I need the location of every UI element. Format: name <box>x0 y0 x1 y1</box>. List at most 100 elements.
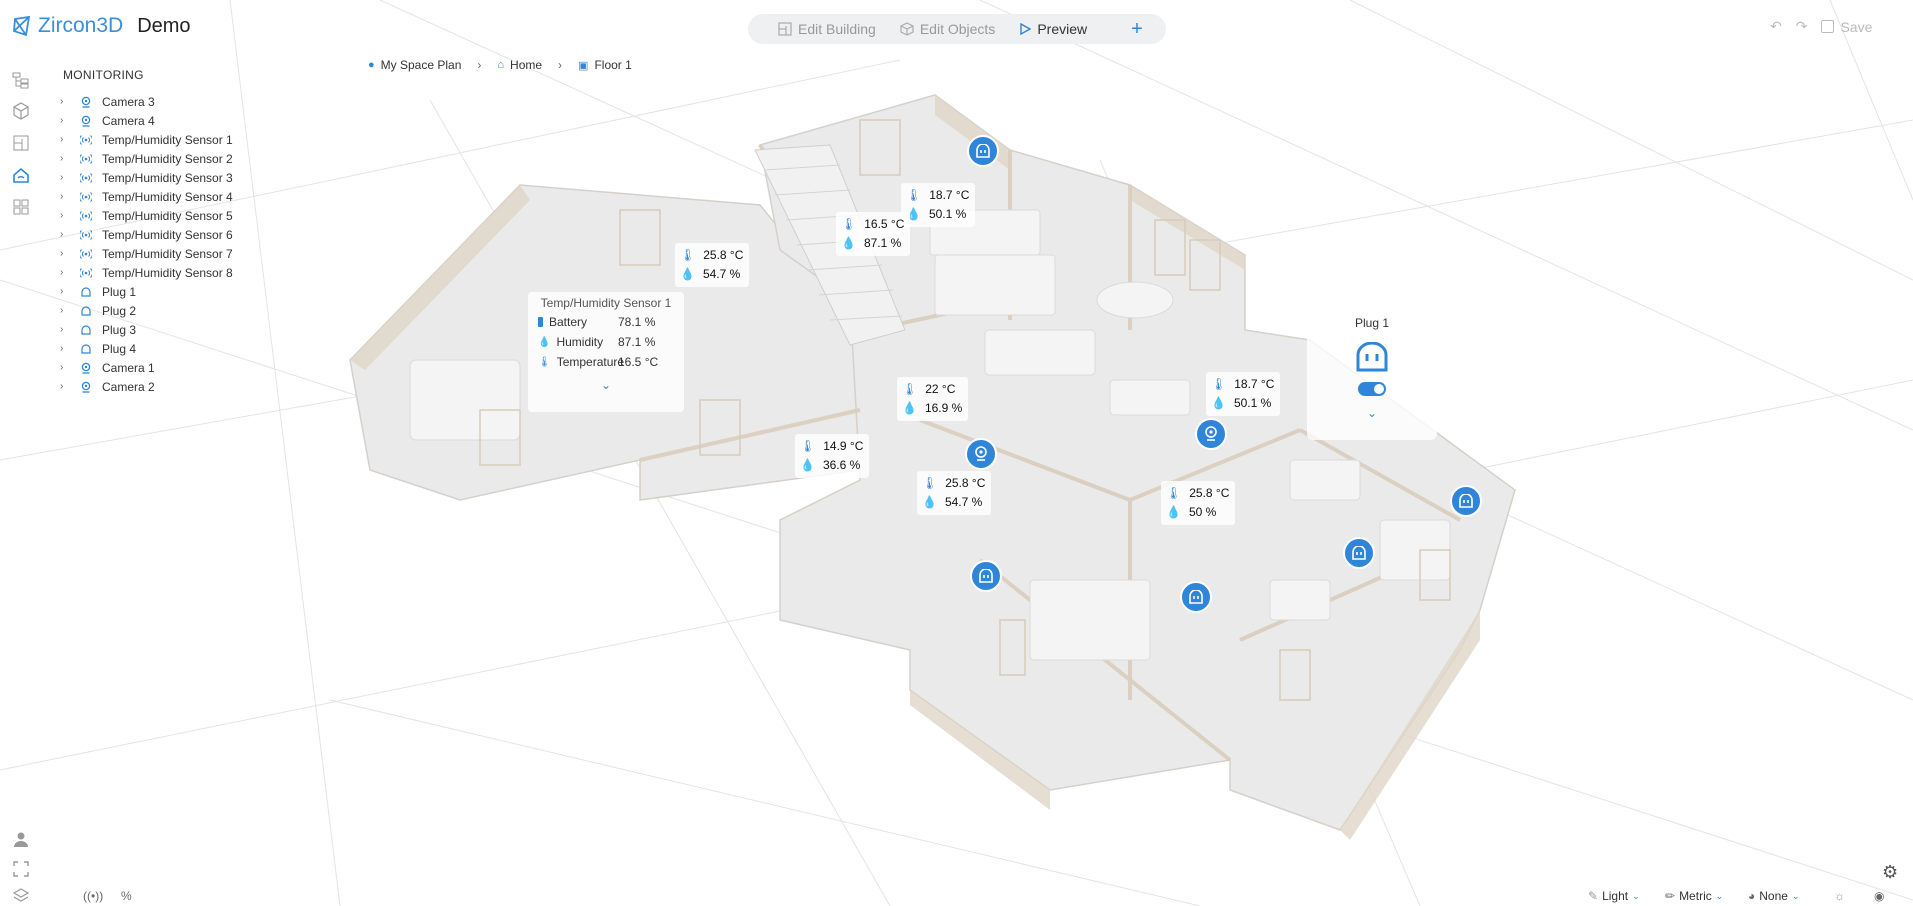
chevron-right-icon[interactable]: › <box>60 305 72 316</box>
chevron-right-icon[interactable]: › <box>60 153 72 164</box>
shadow-selector[interactable]: ◕ None ⌄ <box>1748 889 1799 903</box>
tree-item[interactable]: › Temp/Humidity Sensor 5 <box>60 206 233 225</box>
settings-gear-icon[interactable]: ⚙ <box>1882 862 1898 883</box>
percent-toggle-icon[interactable]: % <box>121 889 132 903</box>
tree-item-label: Plug 2 <box>102 303 137 318</box>
tree-item[interactable]: › Temp/Humidity Sensor 2 <box>60 149 233 168</box>
chevron-right-icon[interactable]: › <box>60 96 72 107</box>
chevron-right-icon[interactable]: › <box>60 172 72 183</box>
sensor-reading-label[interactable]: 🌡 16.5 °C 💧 87.1 % <box>836 212 911 256</box>
sensor-detail-popup[interactable]: Temp/Humidity Sensor 1 Battery 78.1 % 💧 H… <box>528 292 684 412</box>
mode-edit-objects[interactable]: Edit Objects <box>900 21 995 37</box>
tree-item[interactable]: › Temp/Humidity Sensor 7 <box>60 244 233 263</box>
tree-item[interactable]: › Temp/Humidity Sensor 1 <box>60 130 233 149</box>
sensor-reading-label[interactable]: 🌡 25.8 °C 💧 50 % <box>1161 481 1236 525</box>
camera-marker[interactable] <box>1195 418 1227 450</box>
chevron-right-icon[interactable]: › <box>60 210 72 221</box>
add-icon[interactable]: + <box>1131 18 1143 41</box>
plug-marker[interactable] <box>1343 537 1375 569</box>
sensor-reading-label[interactable]: 🌡 14.9 °C 💧 36.6 % <box>795 434 870 478</box>
undo-icon[interactable]: ↶ <box>1770 18 1782 35</box>
droplet-icon: 💧 <box>841 236 856 250</box>
floorplan-icon[interactable] <box>11 133 31 153</box>
location-pin-icon: ● <box>368 59 375 71</box>
tree-item[interactable]: › Camera 4 <box>60 111 233 130</box>
plug-detail-popup[interactable]: Plug 1 ⌄ <box>1307 314 1437 440</box>
tree-item[interactable]: › Camera 3 <box>60 92 233 111</box>
floor-plan-3d-view[interactable] <box>0 0 1913 906</box>
battery-icon <box>538 317 543 327</box>
plug-marker[interactable] <box>967 135 999 167</box>
plug-marker[interactable] <box>1450 485 1482 517</box>
thermometer-icon: 🌡 <box>800 439 816 453</box>
tree-item[interactable]: › Plug 4 <box>60 339 233 358</box>
popup-title: Temp/Humidity Sensor 1 <box>540 296 672 310</box>
chevron-right-icon[interactable]: › <box>60 248 72 259</box>
tree-item[interactable]: › Plug 1 <box>60 282 233 301</box>
chevron-right-icon[interactable]: › <box>60 362 72 373</box>
mode-preview[interactable]: Preview <box>1019 21 1087 37</box>
brand-name: Zircon3D <box>38 14 124 37</box>
app-logo[interactable]: Zircon3D Demo <box>12 14 191 38</box>
tree-item[interactable]: › Temp/Humidity Sensor 8 <box>60 263 233 282</box>
power-toggle[interactable] <box>1358 382 1386 396</box>
expand-chevron-icon[interactable]: ⌄ <box>1307 406 1437 420</box>
chevron-down-icon: ⌄ <box>1715 890 1724 901</box>
sensor-reading-label[interactable]: 🌡 25.8 °C 💧 54.7 % <box>675 243 750 287</box>
chevron-right-icon[interactable]: › <box>60 134 72 145</box>
smart-home-icon[interactable] <box>11 165 31 185</box>
tree-item[interactable]: › Plug 3 <box>60 320 233 339</box>
expand-chevron-icon[interactable]: ⌄ <box>528 378 684 392</box>
redo-icon[interactable]: ↷ <box>1796 18 1808 35</box>
theme-icon: ✎ <box>1588 889 1599 903</box>
chevron-right-icon[interactable]: › <box>60 267 72 278</box>
chevron-right-icon[interactable]: › <box>60 343 72 354</box>
user-icon[interactable] <box>11 829 31 849</box>
tree-item[interactable]: › Temp/Humidity Sensor 4 <box>60 187 233 206</box>
fullscreen-icon[interactable] <box>11 859 31 879</box>
thermometer-icon: 🌡 <box>680 248 696 262</box>
tree-item-label: Camera 3 <box>102 94 155 109</box>
chevron-right-icon[interactable]: › <box>60 324 72 335</box>
hierarchy-icon[interactable] <box>11 70 31 90</box>
layers-icon[interactable] <box>11 886 31 906</box>
sensor-reading-label[interactable]: 🌡 18.7 °C 💧 50.1 % <box>901 183 976 227</box>
sensor-reading-label[interactable]: 🌡 22 °C 💧 16.9 % <box>897 377 969 421</box>
sensor-toggle-icon[interactable]: ((•)) <box>83 889 103 903</box>
tree-item[interactable]: › Camera 1 <box>60 358 233 377</box>
mode-edit-building[interactable]: Edit Building <box>778 21 876 37</box>
sensor-reading-label[interactable]: 🌡 18.7 °C 💧 50.1 % <box>1206 372 1281 416</box>
breadcrumb-home[interactable]: ⌂ Home <box>497 58 542 72</box>
tree-item[interactable]: › Temp/Humidity Sensor 6 <box>60 225 233 244</box>
cube-icon[interactable] <box>11 101 31 121</box>
theme-selector[interactable]: ✎ Light ⌄ <box>1588 889 1640 903</box>
dashboard-icon[interactable] <box>11 197 31 217</box>
chevron-down-icon: ⌄ <box>1791 890 1800 901</box>
chevron-right-icon[interactable]: › <box>60 286 72 297</box>
tree-item[interactable]: › Camera 2 <box>60 377 233 396</box>
tree-item-label: Temp/Humidity Sensor 2 <box>102 151 233 166</box>
eye-icon[interactable]: ◉ <box>1874 889 1884 903</box>
sensor-icon <box>80 229 94 241</box>
droplet-icon: 💧 <box>680 267 695 281</box>
plug-marker[interactable] <box>1180 581 1212 613</box>
plug-icon <box>1307 342 1437 372</box>
camera-marker[interactable] <box>965 438 997 470</box>
tree-item[interactable]: › Plug 2 <box>60 301 233 320</box>
edit-building-icon <box>778 22 792 36</box>
save-button[interactable]: Save <box>1821 19 1872 35</box>
breadcrumb-floor[interactable]: ▣ Floor 1 <box>578 58 632 72</box>
chevron-right-icon[interactable]: › <box>60 115 72 126</box>
plug-marker[interactable] <box>970 560 1002 592</box>
zircon-logo-icon <box>13 15 31 37</box>
chevron-right-icon[interactable]: › <box>60 381 72 392</box>
camera-icon <box>80 381 94 393</box>
mode-switcher: Edit Building Edit Objects Preview + <box>748 14 1166 44</box>
tree-item[interactable]: › Temp/Humidity Sensor 3 <box>60 168 233 187</box>
chevron-right-icon[interactable]: › <box>60 191 72 202</box>
units-selector[interactable]: ✏ Metric ⌄ <box>1665 889 1723 903</box>
lightbulb-icon[interactable]: ☼ <box>1834 889 1845 903</box>
sensor-reading-label[interactable]: 🌡 25.8 °C 💧 54.7 % <box>917 471 992 515</box>
breadcrumb-space-plan[interactable]: ● My Space Plan <box>368 58 461 72</box>
chevron-right-icon[interactable]: › <box>60 229 72 240</box>
